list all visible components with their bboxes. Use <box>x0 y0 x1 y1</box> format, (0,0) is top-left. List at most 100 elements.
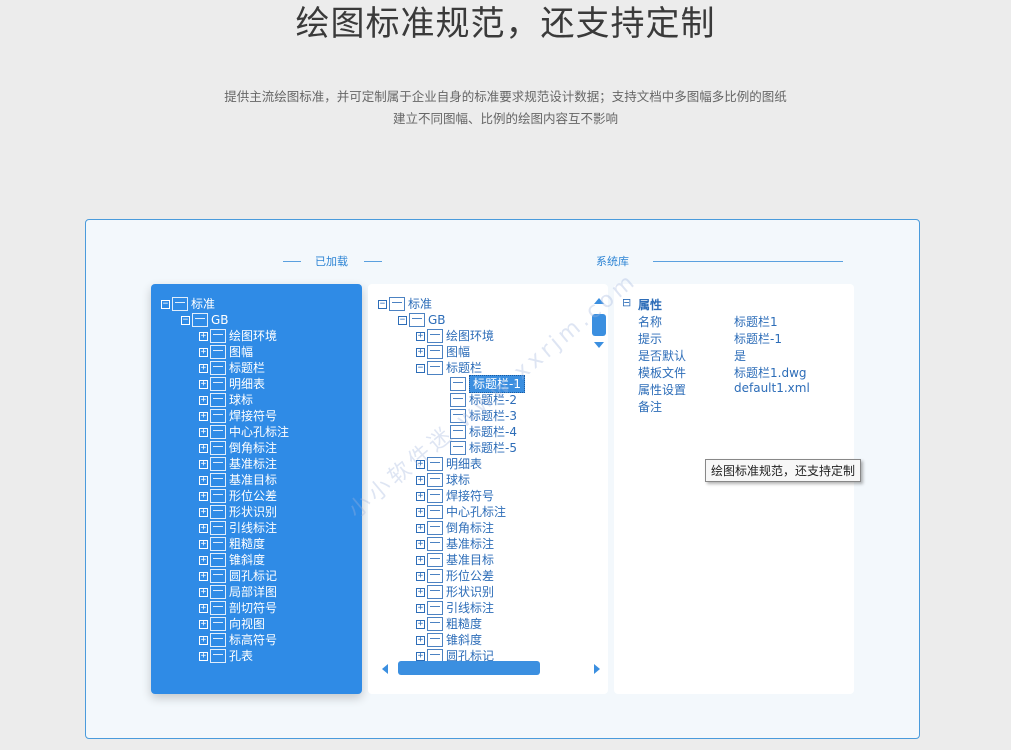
scroll-left-arrow[interactable] <box>382 664 388 674</box>
tree-node-label: 基准标注 <box>229 457 278 471</box>
tree-node[interactable]: + 孔表 <box>199 648 253 664</box>
expand-icon[interactable]: + <box>199 587 208 597</box>
expand-icon[interactable]: + <box>199 379 208 389</box>
collapse-icon[interactable]: − <box>416 363 425 373</box>
expand-icon[interactable]: + <box>199 475 208 485</box>
tree-node[interactable]: + 标高符号 <box>199 632 277 648</box>
tree-node[interactable]: + 焊接符号 <box>199 408 277 424</box>
expand-icon[interactable]: + <box>199 347 208 357</box>
expand-icon[interactable]: + <box>199 395 208 405</box>
tree-node-expanded[interactable]: − 标题栏 <box>416 360 482 376</box>
expand-icon[interactable]: + <box>199 491 208 501</box>
expand-icon[interactable]: + <box>199 523 208 533</box>
symbol-icon <box>210 441 226 455</box>
horizontal-scrollbar-thumb[interactable] <box>398 661 540 675</box>
expand-icon[interactable]: + <box>199 331 208 341</box>
tree-node[interactable]: + 倒角标注 <box>199 440 277 456</box>
scroll-right-arrow[interactable] <box>594 664 600 674</box>
expand-icon[interactable]: + <box>416 507 425 517</box>
property-value[interactable]: 是 <box>734 347 746 364</box>
expand-icon[interactable]: + <box>199 539 208 549</box>
tooltip: 绘图标准规范，还支持定制 <box>705 459 862 482</box>
tree-node-label: 形状识别 <box>229 505 278 519</box>
tree-node[interactable]: + 形状识别 <box>199 504 277 520</box>
expand-icon[interactable]: + <box>199 555 208 565</box>
tree-root[interactable]: − 标准 <box>161 296 215 312</box>
tree-node[interactable]: + 球标 <box>199 392 253 408</box>
tree-node[interactable]: + 图幅 <box>416 344 470 360</box>
tree-root[interactable]: − 标准 <box>378 296 432 312</box>
expand-icon[interactable]: + <box>199 603 208 613</box>
tree-node[interactable]: + 圆孔标记 <box>199 568 277 584</box>
tree-node-label: 倒角标注 <box>446 521 495 535</box>
expand-icon[interactable]: + <box>199 427 208 437</box>
expand-icon[interactable]: + <box>416 603 425 613</box>
expand-icon[interactable]: + <box>416 331 425 341</box>
tree-node-gb[interactable]: − GB <box>398 312 446 328</box>
expand-icon[interactable]: + <box>416 587 425 597</box>
collapse-icon[interactable]: − <box>378 299 387 309</box>
scroll-down-arrow[interactable] <box>594 342 604 348</box>
tree-node-label: 形位公差 <box>229 489 278 503</box>
expand-icon[interactable]: + <box>199 443 208 453</box>
tree-node[interactable]: + 形状识别 <box>416 584 494 600</box>
property-value[interactable]: 标题栏-1 <box>734 330 782 347</box>
divider <box>653 261 843 262</box>
tree-node[interactable]: + 中心孔标注 <box>416 504 506 520</box>
tree-node[interactable]: + 锥斜度 <box>199 552 265 568</box>
expand-icon[interactable]: + <box>416 347 425 357</box>
expand-icon[interactable]: + <box>416 571 425 581</box>
tree-node[interactable]: + 粗糙度 <box>416 616 482 632</box>
property-key: 名称 <box>638 315 663 329</box>
tree-node-gb[interactable]: − GB <box>181 312 229 328</box>
tree-node-label: 图幅 <box>229 345 254 359</box>
expand-icon[interactable]: + <box>199 619 208 629</box>
tree-node[interactable]: + 向视图 <box>199 616 265 632</box>
tree-leaf[interactable]: 标题栏-5 <box>450 440 517 456</box>
expand-icon[interactable]: + <box>416 491 425 501</box>
expand-icon[interactable]: + <box>416 539 425 549</box>
tree-node[interactable]: + 基准目标 <box>416 552 494 568</box>
tree-node[interactable]: + 倒角标注 <box>416 520 494 536</box>
tree-node[interactable]: + 绘图环境 <box>199 328 277 344</box>
tree-node[interactable]: + 焊接符号 <box>416 488 494 504</box>
property-value[interactable]: 标题栏1.dwg <box>734 364 807 381</box>
tree-node[interactable]: + 引线标注 <box>199 520 277 536</box>
collapse-icon[interactable]: − <box>398 315 407 325</box>
expand-icon[interactable]: + <box>416 555 425 565</box>
expand-icon[interactable]: + <box>416 651 425 661</box>
tree-node[interactable]: + 粗糙度 <box>199 536 265 552</box>
tree-node[interactable]: + 球标 <box>416 472 470 488</box>
expand-icon[interactable]: + <box>199 411 208 421</box>
tree-node[interactable]: + 标题栏 <box>199 360 265 376</box>
expand-icon[interactable]: + <box>199 571 208 581</box>
expand-icon[interactable]: + <box>416 619 425 629</box>
symbol-icon <box>427 617 443 631</box>
tree-node[interactable]: + 引线标注 <box>416 600 494 616</box>
expand-icon[interactable]: + <box>199 507 208 517</box>
property-value[interactable]: 标题栏1 <box>734 313 778 330</box>
expand-icon[interactable]: + <box>199 363 208 373</box>
tree-node[interactable]: + 中心孔标注 <box>199 424 289 440</box>
divider <box>364 261 382 262</box>
collapse-icon[interactable]: − <box>161 299 170 309</box>
tree-node[interactable]: + 锥斜度 <box>416 632 482 648</box>
tree-node[interactable]: + 形位公差 <box>416 568 494 584</box>
tree-node[interactable]: + 基准标注 <box>199 456 277 472</box>
tree-node[interactable]: + 剖切符号 <box>199 600 277 616</box>
tree-node[interactable]: + 基准目标 <box>199 472 277 488</box>
expand-icon[interactable]: + <box>199 651 208 661</box>
tree-node[interactable]: + 形位公差 <box>199 488 277 504</box>
tree-node[interactable]: + 明细表 <box>199 376 265 392</box>
collapse-icon[interactable]: − <box>181 315 190 325</box>
expand-icon[interactable]: + <box>416 635 425 645</box>
property-value[interactable]: default1.xml <box>734 381 810 395</box>
expand-icon[interactable]: + <box>416 523 425 533</box>
tree-node[interactable]: + 绘图环境 <box>416 328 494 344</box>
tree-node[interactable]: + 基准标注 <box>416 536 494 552</box>
expand-icon[interactable]: + <box>199 635 208 645</box>
expand-icon[interactable]: + <box>199 459 208 469</box>
tree-node[interactable]: + 图幅 <box>199 344 253 360</box>
tree-node[interactable]: + 局部详图 <box>199 584 277 600</box>
symbol-icon <box>210 473 226 487</box>
